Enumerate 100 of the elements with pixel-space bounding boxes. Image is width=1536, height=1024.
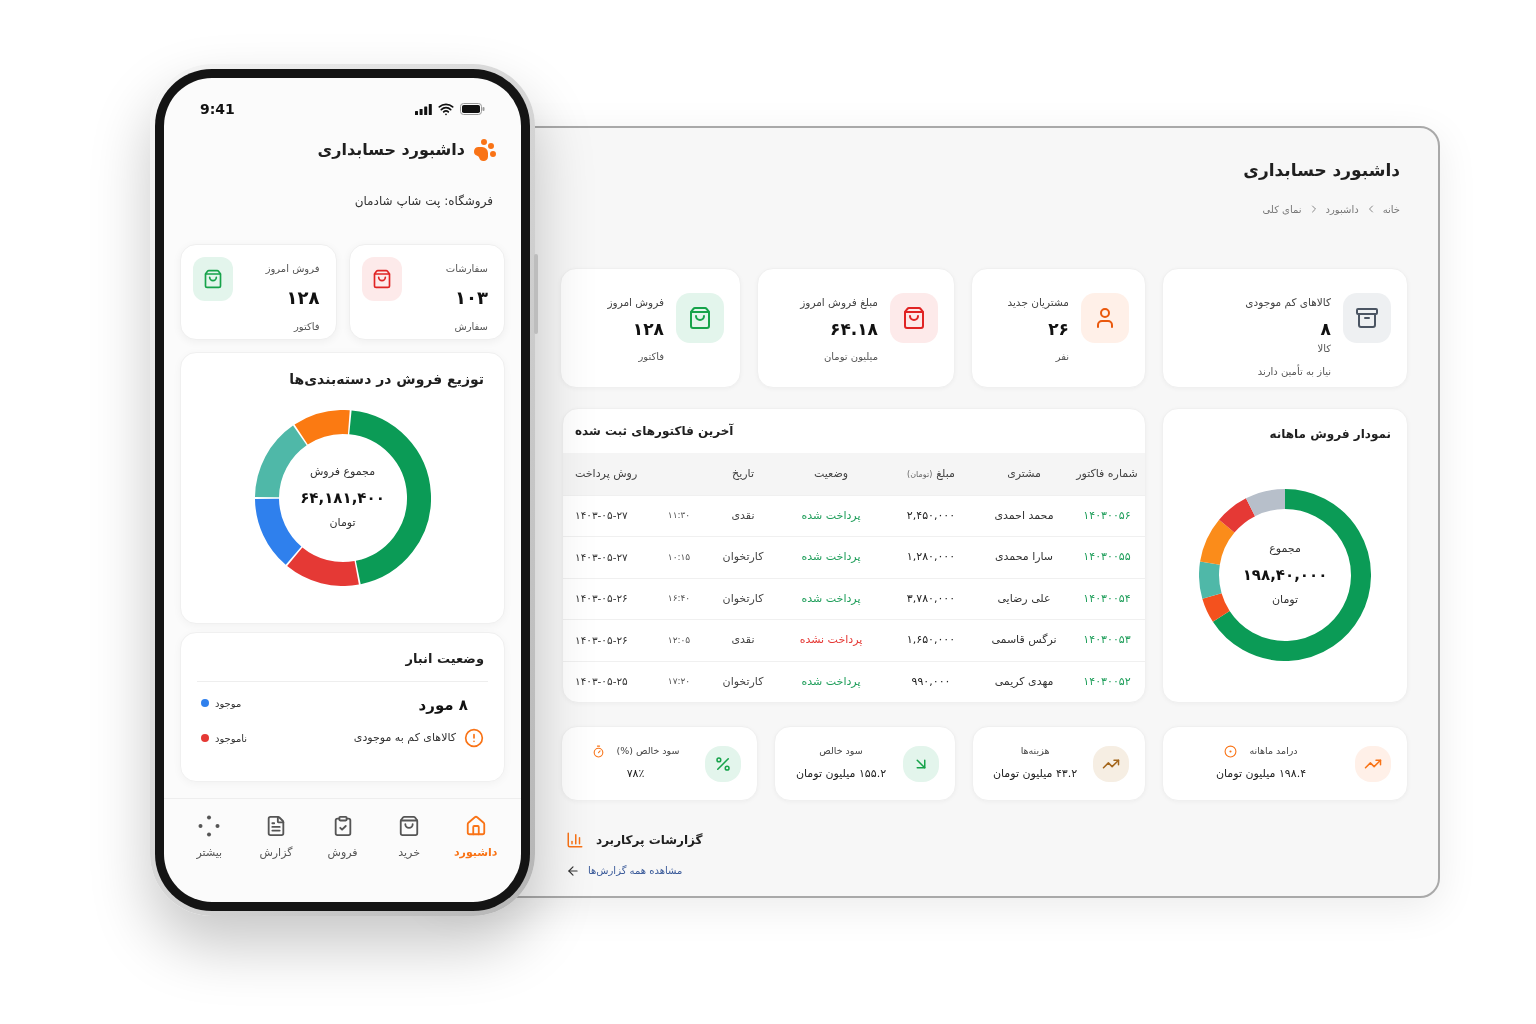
shopping-bag-icon — [890, 293, 938, 343]
view-all-reports-link[interactable]: مشاهده همه گزارش‌ها — [566, 863, 683, 878]
table-cell-text: علی رضایی — [996, 590, 1052, 607]
table-cell-text: ۳,۷۸۰,۰۰۰ — [905, 590, 957, 607]
column-header: مشتری — [1007, 465, 1041, 482]
breadcrumb-link[interactable]: داشبورد — [1325, 201, 1359, 217]
table-cell-text: ۱۴۰۳-۰۵-۲۶ — [574, 632, 629, 648]
chart-center-unit: تومان — [1271, 592, 1299, 609]
table-cell-text: ۱,۶۵۰,۰۰۰ — [905, 632, 957, 649]
table-cell-text: نقدی — [730, 632, 756, 649]
bar-chart-icon — [566, 831, 584, 849]
summary-value: ۷۸٪ — [626, 766, 645, 783]
nav-item[interactable]: خرید — [381, 815, 438, 862]
archive-box-icon — [1343, 293, 1391, 343]
circle-dot-icon — [1224, 744, 1238, 758]
kpi-value: ۶۴.۱۸ — [830, 317, 878, 341]
kpi-unit: کالا — [1317, 341, 1331, 356]
unit-label: (تومان) — [907, 468, 933, 481]
status-text: پرداخت شده — [800, 507, 862, 524]
table-cell-text: ۹۹۰,۰۰۰ — [910, 673, 952, 690]
status-text: پرداخت شده — [800, 673, 862, 690]
column-header: روش پرداخت — [575, 465, 638, 482]
app-title: داشبورد حسابداری — [317, 139, 465, 161]
stat-value: ۱۲۸ — [286, 286, 320, 310]
table-title: آخرین فاکتورهای ثبت شده — [575, 422, 734, 440]
table-cell-text: کارتخوان — [721, 590, 765, 607]
table-cell-text: ۱۷:۲۰ — [666, 675, 692, 689]
nav-item[interactable]: گزارش — [247, 815, 304, 862]
kpi-value: ۱۲۸ — [632, 317, 664, 341]
inventory-count: ۸ مورد — [418, 694, 469, 716]
summary-label: درامد ماهانه — [1249, 744, 1298, 759]
summary-value: ۱۹۸.۴ میلیون تومان — [1215, 766, 1307, 783]
table-cell-text: مهدی کریمی — [993, 673, 1055, 690]
table-cell-text: ۱۴۰۳۰۰۵۲ — [1082, 673, 1132, 690]
table-cell-text: ۱۴۰۳۰۰۵۵ — [1082, 549, 1132, 566]
chart-center-label: مجموع — [1269, 541, 1301, 558]
kpi-label: فروش امروز — [607, 295, 664, 311]
reports-title: گزارشات پرکاربرد — [596, 832, 703, 849]
store-name: فروشگاه: پت شاپ شادمان — [354, 193, 493, 210]
table-cell-text: ۱۴۰۳۰۰۵۴ — [1082, 590, 1132, 607]
battery-icon — [460, 103, 485, 115]
status-text: پرداخت نشده — [798, 632, 864, 649]
table-cell-text: ۱۰:۱۵ — [666, 550, 692, 564]
legend-label: ناموجود — [215, 731, 248, 746]
table-cell-text: ۱۴۰۳۰۰۵۶ — [1082, 507, 1132, 524]
inventory-warning: کالاهای کم به موجودی — [353, 729, 456, 746]
wifi-icon — [438, 101, 454, 117]
shopping-bag-icon — [676, 293, 724, 343]
arrow-down-right-icon — [903, 745, 939, 782]
stat-value: ۱۰۳ — [455, 286, 488, 310]
summary-label: سود خالص (%) — [616, 744, 680, 759]
breadcrumb-link[interactable]: خانه — [1382, 201, 1400, 217]
shopping-bag-icon — [193, 257, 233, 301]
summary-value: ۱۵۵.۲ میلیون تومان — [795, 766, 887, 783]
signal-icon — [415, 103, 432, 115]
table-cell-text: ۱۴۰۳-۰۵-۲۷ — [574, 549, 629, 565]
shopping-bag-icon — [361, 257, 402, 301]
summary-label: سود خالص — [819, 744, 863, 759]
trend-up-icon — [1355, 745, 1391, 782]
breadcrumb-current: نمای کلی — [1262, 202, 1302, 217]
nav-item[interactable]: فروش — [314, 815, 371, 862]
status-text: پرداخت شده — [800, 549, 862, 566]
trend-up-icon — [1093, 745, 1129, 782]
user-icon — [1081, 293, 1129, 343]
kpi-label: کالاهای کم موجودی — [1245, 295, 1331, 311]
stat-label: سفارشات — [445, 262, 488, 276]
table-cell-text: ۲,۴۵۰,۰۰۰ — [905, 507, 957, 524]
table-cell-text: سارا محمدی — [993, 549, 1055, 566]
kpi-label: مشتریان جدید — [1007, 295, 1069, 311]
stat-unit: سفارش — [454, 320, 488, 334]
table-cell-text: محمد احمدی — [993, 507, 1055, 524]
table-cell-text: کارتخوان — [721, 549, 765, 566]
summary-label: هزینه‌ها — [1020, 744, 1050, 759]
table-cell-text: نرگس قاسمی — [990, 632, 1058, 649]
kpi-unit: میلیون تومان — [823, 349, 878, 364]
nav-item[interactable]: بیشتر — [181, 815, 238, 862]
kpi-value: ۸ — [1320, 317, 1331, 341]
dots-icon — [198, 815, 221, 837]
table-cell-text: ۱۲:۰۵ — [666, 633, 692, 647]
column-header: مبلغ — [936, 465, 955, 482]
column-header: تاریخ — [732, 465, 754, 482]
kpi-unit: نفر — [1055, 349, 1069, 364]
chart-center-value: ۱۹۸,۴۰,۰۰۰ — [1242, 564, 1328, 586]
chart-center-value: ۶۴,۱۸۱,۴۰۰ — [300, 487, 385, 509]
warning-icon — [464, 728, 484, 748]
table-cell-text: نقدی — [730, 507, 756, 524]
inventory-title: وضعیت انبار — [405, 650, 485, 668]
percent-icon — [705, 745, 741, 782]
table-cell-text: ۱۴۰۳-۰۵-۲۶ — [574, 591, 629, 607]
table-cell-text: ۱۶:۴۰ — [666, 592, 692, 606]
timer-icon — [591, 744, 605, 758]
kpi-note: نیاز به تأمین دارند — [1257, 363, 1331, 379]
page-title: داشبورد حسابداری — [1243, 159, 1400, 182]
summary-value: ۴۳.۲ میلیون تومان — [992, 766, 1078, 783]
legend-label: موجود — [215, 696, 242, 711]
table-cell-text: ۱۴۰۳-۰۵-۲۷ — [574, 508, 629, 524]
chart-center-label: مجموع فروش — [309, 464, 376, 481]
kpi-unit: فاکتور — [638, 349, 664, 364]
chart-title: توزیع فروش در دسته‌بندی‌ها — [289, 370, 485, 390]
kpi-label: مبلغ فروش امروز — [800, 295, 878, 311]
